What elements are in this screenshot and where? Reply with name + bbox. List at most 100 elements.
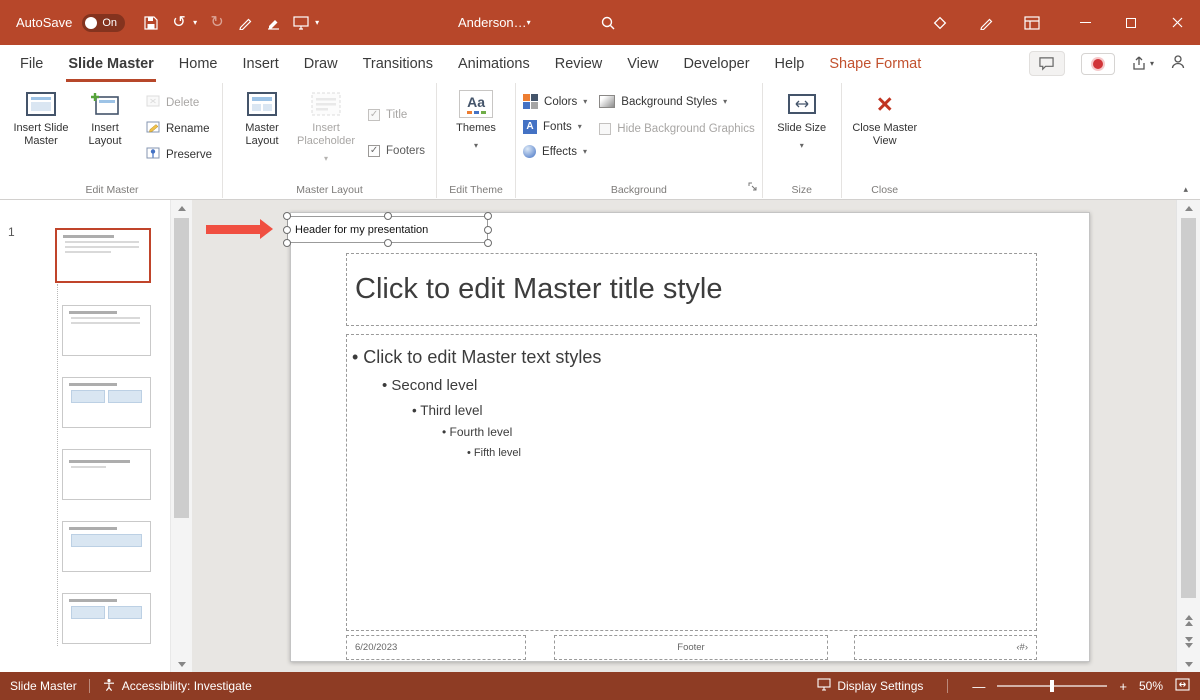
tab-view[interactable]: View	[627, 45, 658, 82]
start-slideshow-icon[interactable]	[293, 12, 309, 34]
master-layout-button[interactable]: Master Layout	[230, 85, 294, 148]
preserve-button[interactable]: Preserve	[143, 145, 215, 164]
save-icon[interactable]	[143, 12, 159, 34]
tab-transitions[interactable]: Transitions	[363, 45, 433, 82]
tab-help[interactable]: Help	[775, 45, 805, 82]
thumbnail-scrollbar[interactable]	[170, 200, 192, 672]
themes-button[interactable]: Aa Themes ▾	[444, 85, 508, 152]
undo-chevron-icon[interactable]: ▾	[193, 18, 197, 27]
colors-button[interactable]: Colors ▾	[523, 92, 587, 111]
canvas-scrollbar[interactable]	[1176, 200, 1200, 672]
tab-label: Review	[555, 56, 603, 72]
autosave-toggle[interactable]: On	[82, 14, 125, 32]
selection-handle[interactable]	[384, 239, 392, 247]
tab-review[interactable]: Review	[555, 45, 603, 82]
next-slide-button[interactable]	[1177, 634, 1200, 650]
thumbnail-layout-3[interactable]	[62, 449, 151, 500]
share-button[interactable]: ▾	[1131, 56, 1154, 71]
group-label-size: Size	[763, 184, 841, 196]
presence-person-icon[interactable]	[1170, 54, 1186, 73]
previous-slide-button[interactable]	[1177, 612, 1200, 628]
master-title-placeholder[interactable]: Click to edit Master title style	[346, 253, 1037, 326]
zoom-out-button[interactable]: —	[972, 679, 985, 694]
editing-pen-icon[interactable]	[978, 12, 994, 34]
canvas-scrollbar-thumb[interactable]	[1181, 218, 1196, 598]
selection-handle[interactable]	[484, 239, 492, 247]
ribbon-layout-icon[interactable]	[1024, 12, 1040, 34]
slide-number-placeholder[interactable]: ‹#›	[854, 635, 1037, 660]
zoom-slider[interactable]	[997, 685, 1107, 687]
selection-handle[interactable]	[283, 212, 291, 220]
customize-qat-icon[interactable]: ▾	[315, 18, 319, 27]
thumbnail-layout-4[interactable]	[62, 521, 151, 572]
document-name[interactable]: Anderson… ▾	[458, 0, 531, 45]
themes-label: Themes	[456, 122, 496, 135]
document-name-label: Anderson…	[458, 15, 527, 30]
fonts-button[interactable]: A Fonts ▾	[523, 117, 587, 136]
selection-handle[interactable]	[283, 239, 291, 247]
comments-button[interactable]	[1029, 51, 1065, 76]
thumbnail-layout-1[interactable]	[62, 305, 151, 356]
close-master-view-button[interactable]: × Close Master View	[849, 85, 921, 148]
tab-label: Insert	[242, 56, 278, 72]
highlighter-icon[interactable]	[265, 12, 281, 34]
tab-label: Shape Format	[829, 56, 921, 72]
thumbnail-scrollbar-thumb[interactable]	[174, 218, 189, 518]
zoom-level[interactable]: 50%	[1139, 679, 1163, 693]
canvas-scroll-down-icon[interactable]	[1177, 656, 1200, 672]
footers-checkbox[interactable]: ✓ Footers	[368, 145, 425, 157]
tab-file[interactable]: File	[20, 45, 43, 82]
zoom-in-button[interactable]: +	[1119, 679, 1127, 694]
maximize-button[interactable]	[1108, 0, 1154, 45]
master-body-placeholder[interactable]: • Click to edit Master text styles • Sec…	[346, 334, 1037, 631]
tab-slide-master[interactable]: Slide Master	[68, 45, 153, 82]
selection-handle[interactable]	[384, 212, 392, 220]
tab-insert[interactable]: Insert	[242, 45, 278, 82]
thumbnail-master-slide[interactable]	[55, 228, 151, 283]
draw-pen-icon[interactable]	[237, 12, 253, 34]
close-button[interactable]	[1154, 0, 1200, 45]
tab-draw[interactable]: Draw	[304, 45, 338, 82]
thumbnail-scroll-up-icon[interactable]	[171, 200, 192, 216]
canvas-scroll-up-icon[interactable]	[1177, 200, 1200, 216]
rename-button[interactable]: Rename	[143, 119, 215, 138]
redo-glyph: ↻	[210, 15, 223, 31]
record-button[interactable]	[1081, 53, 1115, 75]
tab-developer[interactable]: Developer	[683, 45, 749, 82]
delete-icon	[146, 95, 160, 110]
selection-handle[interactable]	[283, 226, 291, 234]
insert-layout-icon	[90, 90, 120, 118]
footer-placeholder[interactable]: Footer	[554, 635, 828, 660]
tab-animations[interactable]: Animations	[458, 45, 530, 82]
background-styles-button[interactable]: Background Styles ▾	[599, 92, 754, 111]
colors-icon	[523, 94, 538, 109]
zoom-slider-thumb[interactable]	[1050, 680, 1054, 692]
designer-icon[interactable]	[932, 12, 948, 34]
insert-layout-button[interactable]: Insert Layout	[73, 85, 137, 148]
selection-handle[interactable]	[484, 226, 492, 234]
insert-slide-master-button[interactable]: Insert Slide Master	[9, 85, 73, 148]
ribbon-group-close: × Close Master View Close	[842, 83, 928, 198]
tab-shape-format[interactable]: Shape Format	[829, 45, 921, 82]
search-icon	[600, 12, 616, 34]
display-settings-button[interactable]: Display Settings	[817, 678, 923, 694]
search-button[interactable]	[600, 0, 616, 45]
thumbnail-layout-2[interactable]	[62, 377, 151, 428]
date-placeholder[interactable]: 6/20/2023	[346, 635, 526, 660]
slide-master-editing-surface[interactable]: Header for my presentation Click to edit…	[290, 212, 1090, 662]
master-layout-icon	[247, 90, 277, 118]
undo-icon[interactable]: ↺	[171, 12, 187, 34]
thumbnail-layout-5[interactable]	[62, 593, 151, 644]
status-bar: Slide Master Accessibility: Investigate …	[0, 672, 1200, 700]
header-text-box[interactable]: Header for my presentation	[287, 216, 488, 243]
collapse-ribbon-icon[interactable]: ▴	[1183, 184, 1188, 195]
effects-button[interactable]: Effects ▾	[523, 142, 587, 161]
title-checkbox-label: Title	[386, 109, 407, 121]
thumbnail-scroll-down-icon[interactable]	[171, 656, 192, 672]
slide-size-button[interactable]: Slide Size ▾	[770, 85, 834, 152]
selection-handle[interactable]	[484, 212, 492, 220]
tab-home[interactable]: Home	[179, 45, 218, 82]
accessibility-button[interactable]: Accessibility: Investigate	[102, 678, 252, 695]
minimize-button[interactable]	[1062, 0, 1108, 45]
fit-slide-to-window-icon[interactable]	[1175, 678, 1190, 694]
